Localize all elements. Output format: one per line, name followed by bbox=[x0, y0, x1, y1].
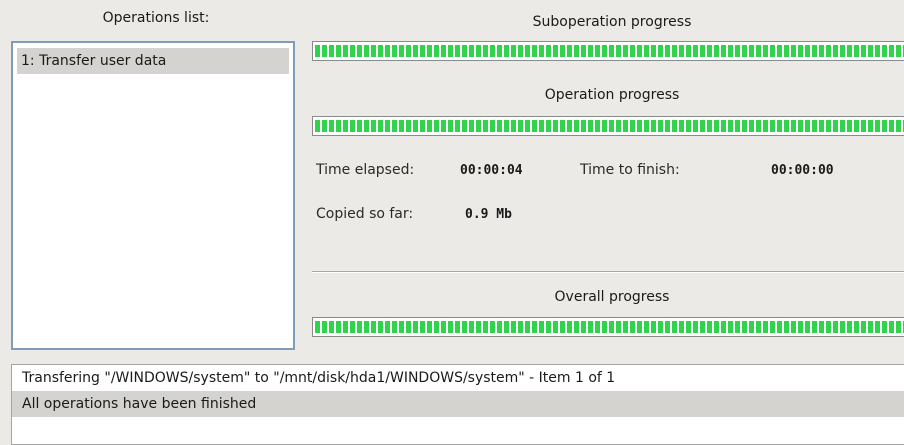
log-line-finished: All operations have been finished bbox=[12, 391, 904, 417]
log-line-transfer: Transfering "/WINDOWS/system" to "/mnt/d… bbox=[22, 370, 616, 386]
operations-list[interactable]: 1: Transfer user data bbox=[11, 41, 295, 350]
overall-progress-bar bbox=[312, 317, 904, 337]
operation-progress-bar bbox=[312, 116, 904, 136]
section-divider bbox=[312, 271, 904, 273]
time-elapsed-label: Time elapsed: bbox=[316, 162, 415, 178]
copied-so-far-label: Copied so far: bbox=[316, 206, 414, 222]
operation-progress-fill bbox=[315, 120, 904, 132]
progress-window: Operations list: 1: Transfer user data S… bbox=[0, 0, 904, 445]
time-elapsed-value: 00:00:04 bbox=[460, 163, 523, 178]
operations-list-item[interactable]: 1: Transfer user data bbox=[17, 48, 289, 74]
suboperation-progress-title: Suboperation progress bbox=[532, 14, 692, 30]
copied-so-far-value: 0.9 Mb bbox=[465, 207, 512, 222]
time-to-finish-value: 00:00:00 bbox=[771, 163, 834, 178]
suboperation-progress-bar bbox=[312, 41, 904, 61]
time-to-finish-label: Time to finish: bbox=[580, 162, 680, 178]
overall-progress-fill bbox=[315, 321, 904, 333]
overall-progress-title: Overall progress bbox=[554, 289, 670, 305]
operation-progress-title: Operation progress bbox=[544, 87, 680, 103]
operations-list-header: Operations list: bbox=[102, 10, 210, 26]
suboperation-progress-fill bbox=[315, 45, 904, 57]
status-log[interactable]: Transfering "/WINDOWS/system" to "/mnt/d… bbox=[11, 364, 904, 445]
